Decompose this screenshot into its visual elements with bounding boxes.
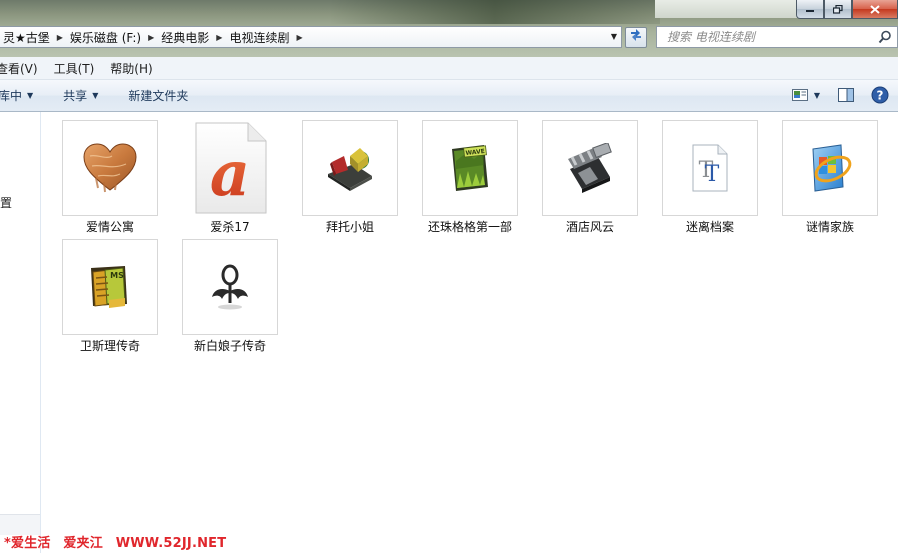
minimize-icon bbox=[806, 10, 814, 12]
wallpaper-tree bbox=[330, 0, 660, 24]
address-bar[interactable]: 灵★古堡 ▶ 娱乐磁盘 (F:) ▶ 经典电影 ▶ 电视连续剧 ▶ ▼ bbox=[0, 26, 622, 48]
film-clapper-icon bbox=[568, 143, 612, 193]
include-in-library-button[interactable]: 库中 ▼ bbox=[0, 87, 33, 104]
file-thumbnail bbox=[782, 120, 878, 216]
maximize-button[interactable] bbox=[824, 0, 852, 19]
breadcrumb-separator-icon[interactable]: ▶ bbox=[144, 33, 158, 42]
file-thumbnail: MS bbox=[62, 239, 158, 335]
menu-view[interactable]: 查看(V) bbox=[0, 60, 54, 77]
minimize-button[interactable] bbox=[796, 0, 824, 19]
svg-text:a: a bbox=[210, 137, 250, 210]
file-name: 卫斯理传奇 bbox=[79, 339, 140, 353]
watermark-part: WWW.52JJ.NET bbox=[115, 536, 227, 551]
ornament-ring-icon bbox=[212, 264, 248, 310]
file-name: 酒店风云 bbox=[565, 220, 614, 234]
search-input[interactable] bbox=[665, 27, 879, 47]
wave-game-box-icon: WAVE bbox=[452, 145, 488, 191]
file-item[interactable]: 谜情家族 bbox=[780, 120, 880, 236]
file-item[interactable]: 爱情公寓 bbox=[60, 120, 160, 236]
view-controls: ▼ ? bbox=[784, 86, 890, 104]
file-thumbnail: T T bbox=[662, 120, 758, 216]
file-item[interactable]: 拜托小姐 bbox=[300, 120, 400, 236]
svg-text:MS: MS bbox=[110, 271, 124, 280]
breadcrumb-drive[interactable]: 娱乐磁盘 (F:) bbox=[67, 29, 144, 46]
search-box[interactable] bbox=[656, 26, 898, 48]
heart-wood-icon bbox=[83, 143, 137, 193]
file-name: 迷离档案 bbox=[685, 220, 734, 234]
chevron-down-icon: ▼ bbox=[92, 91, 99, 100]
window-controls bbox=[796, 0, 898, 20]
breadcrumb-separator-icon[interactable]: ▶ bbox=[53, 33, 67, 42]
search-icon[interactable] bbox=[878, 30, 892, 44]
file-name: 爱杀17 bbox=[210, 220, 250, 234]
file-thumbnail bbox=[302, 120, 398, 216]
include-in-library-label: 库中 bbox=[0, 89, 23, 103]
file-item[interactable]: T T 迷离档案 bbox=[660, 120, 760, 236]
file-name: 谜情家族 bbox=[805, 220, 854, 234]
new-folder-button[interactable]: 新建文件夹 bbox=[128, 87, 188, 104]
breadcrumb-separator-icon[interactable]: ▶ bbox=[212, 33, 226, 42]
chevron-down-icon: ▼ bbox=[27, 91, 34, 100]
file-thumbnail bbox=[62, 120, 158, 216]
file-item[interactable]: 酒店风云 bbox=[540, 120, 640, 236]
file-name: 爱情公寓 bbox=[85, 220, 134, 234]
breadcrumb-separator-icon[interactable]: ▶ bbox=[292, 33, 306, 42]
help-icon: ? bbox=[871, 86, 889, 104]
refresh-icon bbox=[631, 29, 641, 41]
navigation-pane[interactable]: 置 bbox=[0, 112, 41, 553]
share-label: 共享 bbox=[63, 89, 88, 103]
breadcrumb-computer[interactable]: 灵★古堡 bbox=[0, 29, 53, 46]
close-icon bbox=[870, 4, 880, 14]
windows-media-icon bbox=[812, 144, 852, 192]
command-bar: 库中 ▼ 共享 ▼ 新建文件夹 ▼ ? bbox=[0, 80, 898, 112]
file-name: 拜托小姐 bbox=[325, 220, 374, 234]
preview-pane-button[interactable] bbox=[836, 86, 856, 104]
truetype-font-icon: T T bbox=[692, 144, 728, 192]
file-list[interactable]: 爱情公寓 a 爱杀17 拜托小姐 WAVE 还珠格格第一部 酒店风云 T T 迷… bbox=[42, 112, 898, 553]
preview-pane-icon bbox=[838, 88, 854, 102]
share-button[interactable]: 共享 ▼ bbox=[63, 87, 98, 104]
file-thumbnail: WAVE bbox=[422, 120, 518, 216]
file-item[interactable]: 新白娘子传奇 bbox=[180, 239, 280, 355]
site-watermark: *爱生活 爱夹江 WWW.52JJ.NET bbox=[4, 532, 234, 551]
letter-a-document-icon: a bbox=[195, 122, 267, 214]
address-history-dropdown-icon[interactable]: ▼ bbox=[609, 31, 619, 43]
file-name: 新白娘子传奇 bbox=[193, 339, 266, 353]
game-cards-icon: MS bbox=[91, 266, 127, 308]
watermark-part: *爱生活 bbox=[4, 536, 51, 551]
file-name: 还珠格格第一部 bbox=[427, 220, 512, 234]
menu-help[interactable]: 帮助(H) bbox=[110, 60, 160, 77]
explorer-window: 灵★古堡 ▶ 娱乐磁盘 (F:) ▶ 经典电影 ▶ 电视连续剧 ▶ ▼ 查看(V… bbox=[0, 0, 898, 553]
refresh-button[interactable] bbox=[625, 27, 647, 48]
watermark-part: 爱夹江 bbox=[63, 536, 103, 551]
breadcrumb-folder-movies[interactable]: 经典电影 bbox=[158, 29, 212, 46]
view-dropdown-icon[interactable]: ▼ bbox=[812, 86, 822, 104]
menu-tools[interactable]: 工具(T) bbox=[54, 60, 111, 77]
file-thumbnail bbox=[542, 120, 638, 216]
close-button[interactable] bbox=[852, 0, 898, 19]
file-thumbnail: a bbox=[182, 120, 278, 216]
title-bar: 灵★古堡 ▶ 娱乐磁盘 (F:) ▶ 经典电影 ▶ 电视连续剧 ▶ ▼ bbox=[0, 0, 898, 57]
restore-icon bbox=[833, 4, 843, 14]
3d-shapes-icon bbox=[328, 148, 372, 191]
breadcrumb-folder-tv[interactable]: 电视连续剧 bbox=[226, 29, 292, 46]
file-item[interactable]: MS 卫斯理传奇 bbox=[60, 239, 160, 355]
nav-item-label[interactable]: 置 bbox=[0, 194, 12, 211]
change-view-button[interactable] bbox=[790, 86, 810, 104]
file-item[interactable]: a 爱杀17 bbox=[180, 120, 280, 236]
help-button[interactable]: ? bbox=[870, 86, 890, 104]
file-item[interactable]: WAVE 还珠格格第一部 bbox=[420, 120, 520, 236]
view-options-icon bbox=[792, 89, 808, 101]
menu-bar: 查看(V) 工具(T) 帮助(H) bbox=[0, 57, 898, 80]
file-thumbnail bbox=[182, 239, 278, 335]
svg-text:?: ? bbox=[877, 89, 884, 103]
svg-text:T: T bbox=[705, 162, 720, 187]
